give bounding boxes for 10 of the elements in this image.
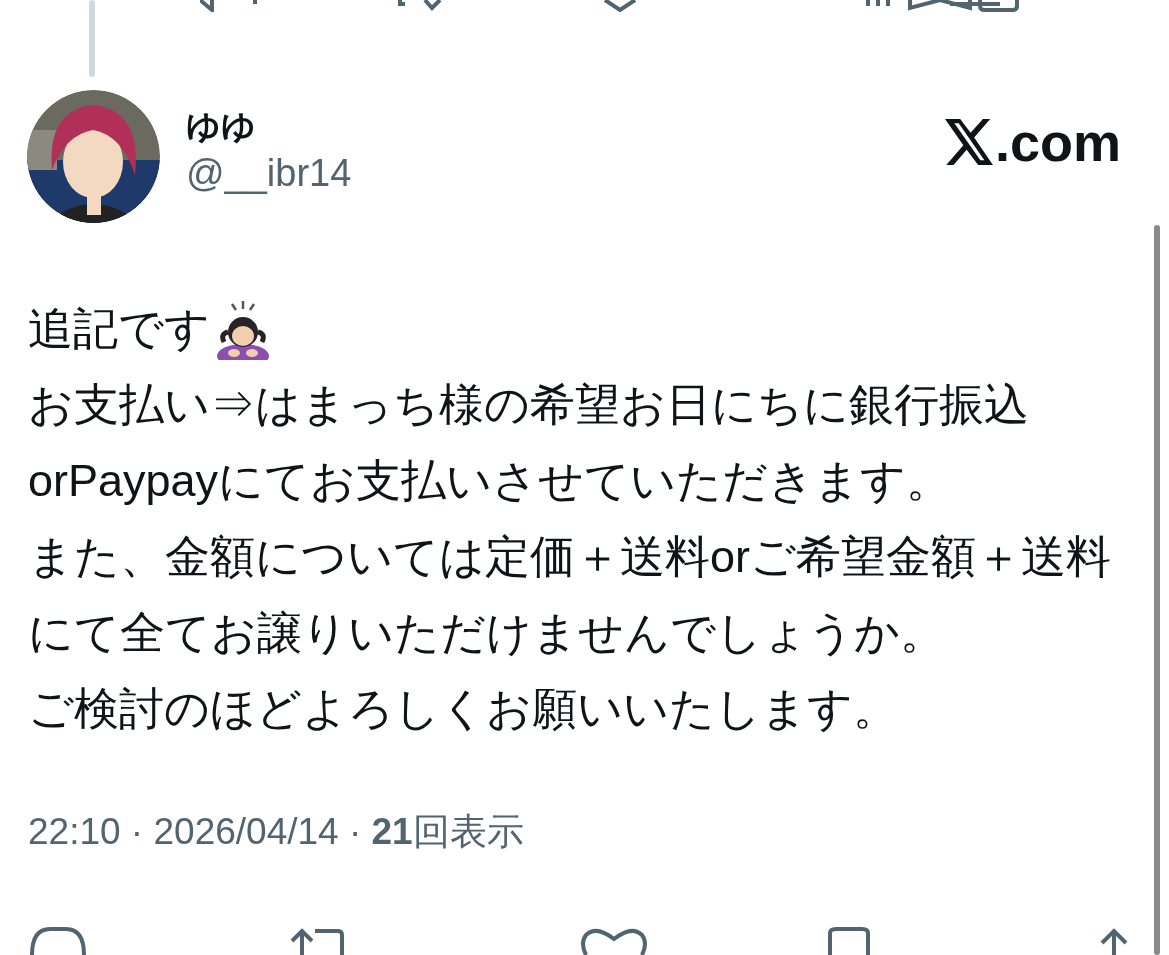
author-handle[interactable]: @__ibr14 [186,148,352,198]
post-text: 追記です [28,302,210,356]
post-text: お支払い⇒はまっち様の希望お日にちに銀行振込orPaypayにてお支払いさせていただきます。 [28,378,1030,508]
author-name[interactable]: ゆゆ [186,104,352,148]
post-text: また、金額については定価＋送料orご希望金額＋送料にて全てお譲りいただけませんでしょうか。 [28,530,1112,660]
post-timestamp[interactable]: 22:10 · 2026/04/14 · 21回表示 [0,807,524,857]
post-text: ご検討のほどよろしくお願いいたします。 [28,682,898,736]
scrollbar[interactable] [1154,225,1160,955]
source-label: .com [994,112,1121,172]
x-logo-icon [944,119,995,165]
